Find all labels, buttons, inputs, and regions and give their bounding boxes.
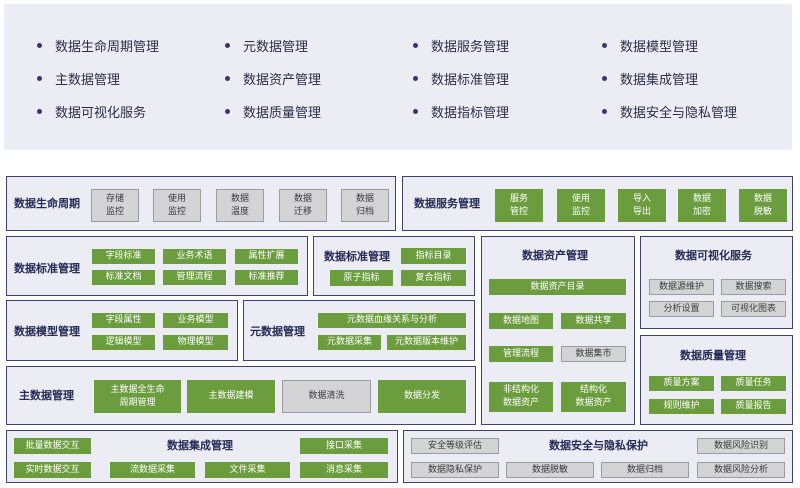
module-import-export[interactable]: 导入 导出 <box>618 189 666 222</box>
module-standard-recommend[interactable]: 标准推荐 <box>235 270 298 285</box>
panel-title-integration: 数据集成管理 <box>167 439 233 452</box>
panel-title-model: 数据模型管理 <box>14 325 80 338</box>
bullet-dot-icon <box>225 109 230 114</box>
module-metadata-collection[interactable]: 元数据采集 <box>318 335 381 350</box>
module-physical-model[interactable]: 物理模型 <box>163 335 228 350</box>
legend-item: 主数据管理 <box>37 69 120 88</box>
module-storage-monitor[interactable]: 存储 监控 <box>91 189 139 222</box>
module-data-sharing[interactable]: 数据共享 <box>561 313 626 329</box>
module-business-model[interactable]: 业务模型 <box>163 313 228 328</box>
legend-item: 数据指标管理 <box>413 102 509 121</box>
module-privacy-protection[interactable]: 数据隐私保护 <box>411 462 499 478</box>
bullet-dot-icon <box>37 43 42 48</box>
module-data-search[interactable]: 数据搜索 <box>721 279 786 295</box>
bullet-dot-icon <box>602 43 607 48</box>
module-rule-maintenance[interactable]: 规则维护 <box>649 399 714 414</box>
module-datasource-maintenance[interactable]: 数据源维护 <box>649 279 714 295</box>
legend-item: 数据生命周期管理 <box>37 36 159 55</box>
module-data-migration[interactable]: 数据 迁移 <box>279 189 327 222</box>
legend-item: 数据服务管理 <box>413 36 509 55</box>
module-asset-catalog[interactable]: 数据资产目录 <box>489 279 626 295</box>
panel-title-visualization: 数据可视化服务 <box>675 249 752 262</box>
panel-indicator <box>313 236 475 296</box>
panel-title-lifecycle: 数据生命周期 <box>14 197 80 210</box>
module-master-modeling[interactable]: 主数据建模 <box>187 380 275 413</box>
panel-title-metadata: 元数据管理 <box>250 325 305 338</box>
legend-item: 数据集成管理 <box>602 69 698 88</box>
module-usage-monitor[interactable]: 使用 监控 <box>557 189 605 222</box>
module-quality-plan[interactable]: 质量方案 <box>649 376 714 391</box>
module-stream-collection[interactable]: 流数据采集 <box>110 462 195 478</box>
legend-item: 数据可视化服务 <box>37 102 146 121</box>
legend-item: 元数据管理 <box>225 36 308 55</box>
bullet-dot-icon <box>602 109 607 114</box>
module-logical-model[interactable]: 逻辑模型 <box>92 335 155 350</box>
module-data-mart[interactable]: 数据集市 <box>561 346 626 362</box>
module-security-assessment[interactable]: 安全等级评估 <box>411 438 499 454</box>
module-unstructured-assets[interactable]: 非结构化 数据资产 <box>489 382 553 412</box>
panel-title-master-data: 主数据管理 <box>19 389 74 402</box>
module-field-attributes[interactable]: 字段属性 <box>92 313 155 328</box>
module-data-temperature[interactable]: 数据 温度 <box>216 189 264 222</box>
module-atomic-indicator[interactable]: 原子指标 <box>330 270 393 286</box>
bullet-dot-icon <box>37 76 42 81</box>
module-risk-identification[interactable]: 数据风险识别 <box>697 438 785 454</box>
legend-item: 数据质量管理 <box>225 102 321 121</box>
bullet-dot-icon <box>602 76 607 81</box>
module-data-map[interactable]: 数据地图 <box>489 313 553 329</box>
module-structured-assets[interactable]: 结构化 数据资产 <box>561 382 626 412</box>
bullet-dot-icon <box>37 109 42 114</box>
module-data-archive[interactable]: 数据归档 <box>601 462 689 478</box>
module-realtime-exchange[interactable]: 实时数据交互 <box>14 462 91 478</box>
legend-item: 数据资产管理 <box>225 69 321 88</box>
module-api-collection[interactable]: 接口采集 <box>300 438 388 454</box>
bullet-dot-icon <box>413 109 418 114</box>
panel-title-security: 数据安全与隐私保护 <box>549 439 648 452</box>
legend-item: 数据标准管理 <box>413 69 509 88</box>
module-metadata-lineage[interactable]: 元数据血缘关系与分析 <box>318 313 466 328</box>
module-data-masking[interactable]: 数据脱敏 <box>506 462 594 478</box>
module-data-archive[interactable]: 数据归档 <box>341 189 389 222</box>
module-data-distribution[interactable]: 数据分发 <box>378 380 466 413</box>
module-master-lifecycle[interactable]: 主数据全生命 周期管理 <box>94 380 181 413</box>
bullet-dot-icon <box>413 43 418 48</box>
module-analysis-settings[interactable]: 分析设置 <box>649 301 714 317</box>
module-message-collection[interactable]: 消息采集 <box>300 462 388 478</box>
module-quality-task[interactable]: 质量任务 <box>721 376 786 391</box>
module-batch-exchange[interactable]: 批量数据交互 <box>14 438 91 454</box>
bullet-dot-icon <box>413 76 418 81</box>
module-management-flow[interactable]: 管理流程 <box>163 270 226 285</box>
module-service-control[interactable]: 服务 管控 <box>495 189 543 222</box>
module-metadata-version[interactable]: 元数据版本维护 <box>387 335 466 350</box>
legend-item: 数据模型管理 <box>602 36 698 55</box>
module-visual-charts[interactable]: 可视化图表 <box>721 301 786 317</box>
module-file-collection[interactable]: 文件采集 <box>205 462 290 478</box>
bullet-dot-icon <box>225 76 230 81</box>
module-data-cleansing[interactable]: 数据清洗 <box>282 380 371 413</box>
panel-title-quality: 数据质量管理 <box>680 349 746 362</box>
module-usage-monitor[interactable]: 使用 监控 <box>153 189 201 222</box>
legend-item: 数据安全与隐私管理 <box>602 102 737 121</box>
module-field-standard[interactable]: 字段标准 <box>92 249 155 264</box>
module-attribute-extension[interactable]: 属性扩展 <box>235 249 298 264</box>
module-management-flow[interactable]: 管理流程 <box>489 346 553 362</box>
module-standard-docs[interactable]: 标准文档 <box>92 270 155 285</box>
module-data-masking[interactable]: 数据脱敏 <box>739 189 787 222</box>
panel-title-indicator: 数据标准管理 <box>324 250 390 263</box>
module-data-encryption[interactable]: 数据 加密 <box>678 189 726 222</box>
panel-title-asset: 数据资产管理 <box>522 249 588 262</box>
module-composite-indicator[interactable]: 复合指标 <box>401 270 466 286</box>
bullet-dot-icon <box>225 43 230 48</box>
module-business-terms[interactable]: 业务术语 <box>163 249 226 264</box>
panel-title-standard: 数据标准管理 <box>14 262 80 275</box>
panel-title-service: 数据服务管理 <box>414 197 480 210</box>
module-risk-analysis[interactable]: 数据风险分析 <box>697 462 785 478</box>
module-indicator-catalog[interactable]: 指标目录 <box>401 248 466 264</box>
module-quality-report[interactable]: 质量报告 <box>721 399 786 414</box>
